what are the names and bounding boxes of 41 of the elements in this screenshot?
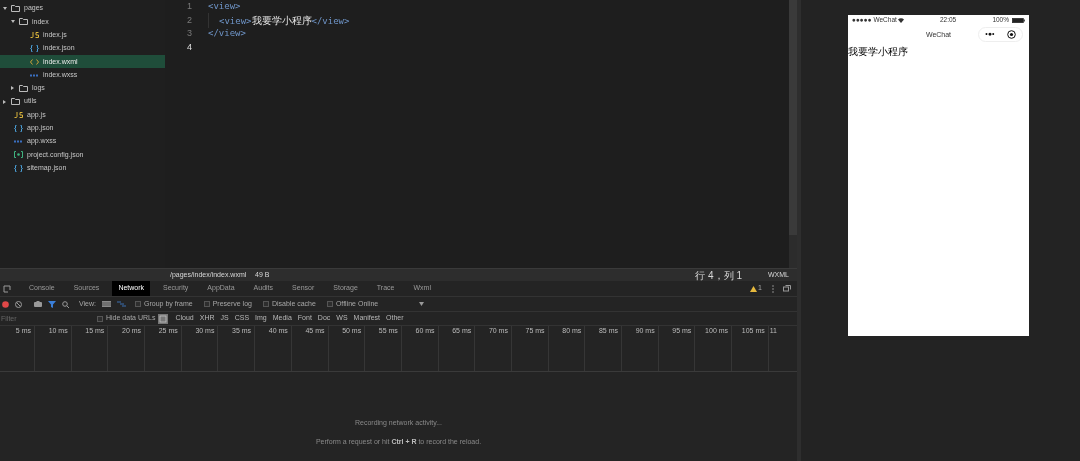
- code-brackets-icon: [30, 58, 39, 65]
- wifi-icon: [897, 17, 904, 23]
- filter-icon[interactable]: [48, 300, 56, 308]
- code-line: <view>: [208, 0, 241, 13]
- braces-icon: [14, 124, 23, 132]
- caret-down-icon: [11, 20, 15, 24]
- camera-icon[interactable]: [34, 301, 42, 307]
- checkbox[interactable]: [262, 301, 269, 307]
- search-icon[interactable]: [62, 300, 69, 308]
- scrollbar[interactable]: [789, 0, 797, 235]
- code-line: <view>我要学小程序</view>: [208, 12, 350, 28]
- checkbox[interactable]: [203, 301, 210, 307]
- dock-icon[interactable]: [783, 285, 791, 292]
- checkbox[interactable]: [97, 315, 103, 322]
- js-file-icon: [30, 32, 39, 39]
- caret-right-icon: [3, 99, 7, 104]
- clear-icon[interactable]: [15, 300, 22, 308]
- braces-icon: [30, 45, 39, 53]
- caret-down-icon: [3, 7, 7, 11]
- stylesheet-icon: [30, 73, 39, 77]
- checkbox[interactable]: [326, 301, 333, 307]
- line-number: 2: [186, 13, 192, 27]
- checkbox[interactable]: [135, 301, 141, 307]
- record-icon[interactable]: [2, 300, 9, 308]
- stylesheet-icon: [14, 140, 23, 144]
- close-target-icon[interactable]: [1006, 30, 1016, 39]
- js-file-icon: [14, 112, 23, 118]
- page-text: 我要学小程序: [848, 45, 909, 59]
- inspect-icon[interactable]: [3, 284, 11, 293]
- dropdown-caret-icon[interactable]: [419, 302, 424, 306]
- caret-right-icon: [11, 86, 15, 91]
- line-number: 3: [186, 27, 192, 40]
- warning-icon: [750, 285, 758, 292]
- line-number: 1: [186, 0, 192, 13]
- line-number: 4: [186, 40, 192, 54]
- battery-icon: [1012, 17, 1025, 23]
- braces-icon: [14, 164, 23, 172]
- cursor-position: 行 4，列 1: [695, 269, 742, 281]
- filter-toggle-icon[interactable]: [158, 313, 169, 324]
- config-file-icon: [14, 151, 23, 159]
- code-line: </view>: [208, 27, 246, 40]
